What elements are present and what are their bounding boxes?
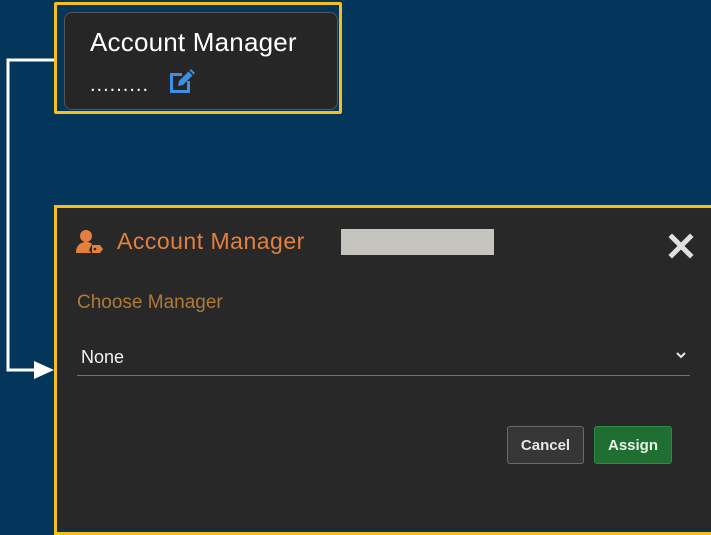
manager-select-value: None xyxy=(81,347,125,367)
assign-button[interactable]: Assign xyxy=(594,426,672,464)
choose-manager-label: Choose Manager xyxy=(77,292,223,313)
close-icon[interactable] xyxy=(667,232,695,260)
user-tag-icon xyxy=(75,228,103,256)
cancel-button[interactable]: Cancel xyxy=(507,426,584,464)
chevron-down-icon xyxy=(674,348,688,362)
edit-icon[interactable] xyxy=(167,66,197,96)
account-manager-card: Account Manager ......... xyxy=(64,12,338,110)
account-manager-modal: Account Manager Choose Manager None Canc… xyxy=(57,208,711,530)
redacted-name xyxy=(341,229,494,255)
manager-select[interactable]: None xyxy=(77,338,690,376)
card-value: ......... xyxy=(90,74,150,96)
card-title: Account Manager xyxy=(90,27,297,57)
modal-title: Account Manager xyxy=(117,228,305,254)
